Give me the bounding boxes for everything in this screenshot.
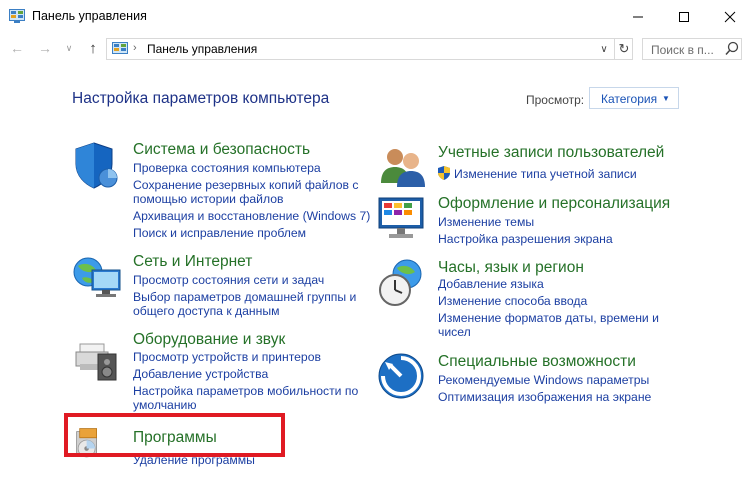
category-link[interactable]: Изменение форматов даты, времени и [438,310,659,326]
highlight-box [64,413,285,457]
view-by-label: Просмотр: [526,93,585,107]
category-link[interactable]: Оптимизация изображения на экране [438,389,651,405]
category-title[interactable]: Оборудование и звук [133,331,285,349]
category-link[interactable]: общего доступа к данным [133,303,280,319]
close-icon [724,11,736,22]
category-title[interactable]: Оформление и персонализация [438,195,670,213]
up-button[interactable]: ↑ [83,38,103,58]
network-globe-icon [73,257,121,297]
recent-locations-button[interactable]: ∨ [59,38,79,58]
category-title[interactable]: Учетные записи пользователей [438,144,664,162]
category-appearance: Оформление и персонализация Изменение те… [377,194,687,249]
category-link[interactable]: Проверка состояния компьютера [133,160,321,176]
breadcrumb-separator-icon: › [133,42,137,54]
category-title[interactable]: Сеть и Интернет [133,253,252,271]
address-bar[interactable]: › Панель управления ∨ ↻ [106,38,633,60]
shield-icon [75,142,118,189]
forward-button[interactable]: → [35,38,55,58]
category-link[interactable]: Изменение способа ввода [438,293,587,309]
clock-globe-icon [379,259,422,306]
category-link[interactable]: Просмотр устройств и принтеров [133,349,321,365]
refresh-button[interactable]: ↻ [614,39,633,59]
title-bar: Панель управления [0,0,754,33]
control-panel-icon [112,42,128,54]
users-icon [381,149,425,187]
category-clock-region: Часы, язык и регион Добавление языка Изм… [377,258,687,343]
category-title[interactable]: Часы, язык и регион [438,259,584,277]
category-link[interactable]: Добавление языка [438,276,544,292]
search-icon [725,41,739,55]
navigation-bar: ← → ∨ ↑ › Панель управления ∨ ↻ Поиск в … [0,33,754,63]
arrow-up-icon: ↑ [89,39,97,57]
minimize-button[interactable] [615,0,661,33]
category-link[interactable]: Изменение темы [438,214,534,230]
category-title[interactable]: Специальные возможности [438,353,636,371]
category-link[interactable]: помощью истории файлов [133,191,283,207]
view-by-select[interactable]: Категория ▼ [589,87,679,109]
view-by-value: Категория [601,92,658,106]
address-dropdown-button[interactable]: ∨ [594,39,614,59]
category-hardware-sound: Оборудование и звук Просмотр устройств и… [72,330,372,415]
category-link[interactable]: умолчанию [133,397,197,413]
search-input[interactable]: Поиск в п... [642,38,742,60]
search-placeholder: Поиск в п... [651,43,714,57]
category-title[interactable]: Система и безопасность [133,141,310,159]
back-button[interactable]: ← [7,38,27,58]
maximize-button[interactable] [661,0,707,33]
category-link[interactable]: чисел [438,324,471,340]
arrow-left-icon: ← [10,40,24,56]
address-path[interactable]: Панель управления [147,42,257,56]
category-ease-of-access: Специальные возможности Рекомендуемые Wi… [377,352,687,407]
category-system-security: Система и безопасность Проверка состояни… [72,140,372,245]
accessibility-icon [378,353,424,399]
category-link[interactable]: Настройка разрешения экрана [438,231,613,247]
window-title: Панель управления [32,9,147,23]
category-network-internet: Сеть и Интернет Просмотр состояния сети … [72,252,372,322]
category-link[interactable]: Архивация и восстановление (Windows 7) [133,208,370,224]
category-link[interactable]: Добавление устройства [133,366,268,382]
arrow-right-icon: → [38,40,52,56]
printer-icon [75,343,117,381]
control-panel-icon [9,9,25,23]
category-link[interactable]: Просмотр состояния сети и задач [133,272,324,288]
close-button[interactable] [707,0,753,33]
chevron-down-icon: ▼ [662,94,670,103]
category-user-accounts: Учетные записи пользователей Изменение т… [377,143,677,188]
category-link[interactable]: Поиск и исправление проблем [133,225,306,241]
uac-shield-icon [438,166,450,180]
maximize-icon [679,11,689,22]
monitor-icon [378,197,424,238]
chevron-down-icon: ∨ [600,43,608,55]
chevron-down-icon: ∨ [65,42,73,53]
refresh-icon: ↻ [618,41,630,56]
category-link[interactable]: Рекомендуемые Windows параметры [438,372,649,388]
minimize-icon [633,16,643,17]
category-link[interactable]: Изменение типа учетной записи [454,166,637,182]
page-title: Настройка параметров компьютера [72,90,330,107]
